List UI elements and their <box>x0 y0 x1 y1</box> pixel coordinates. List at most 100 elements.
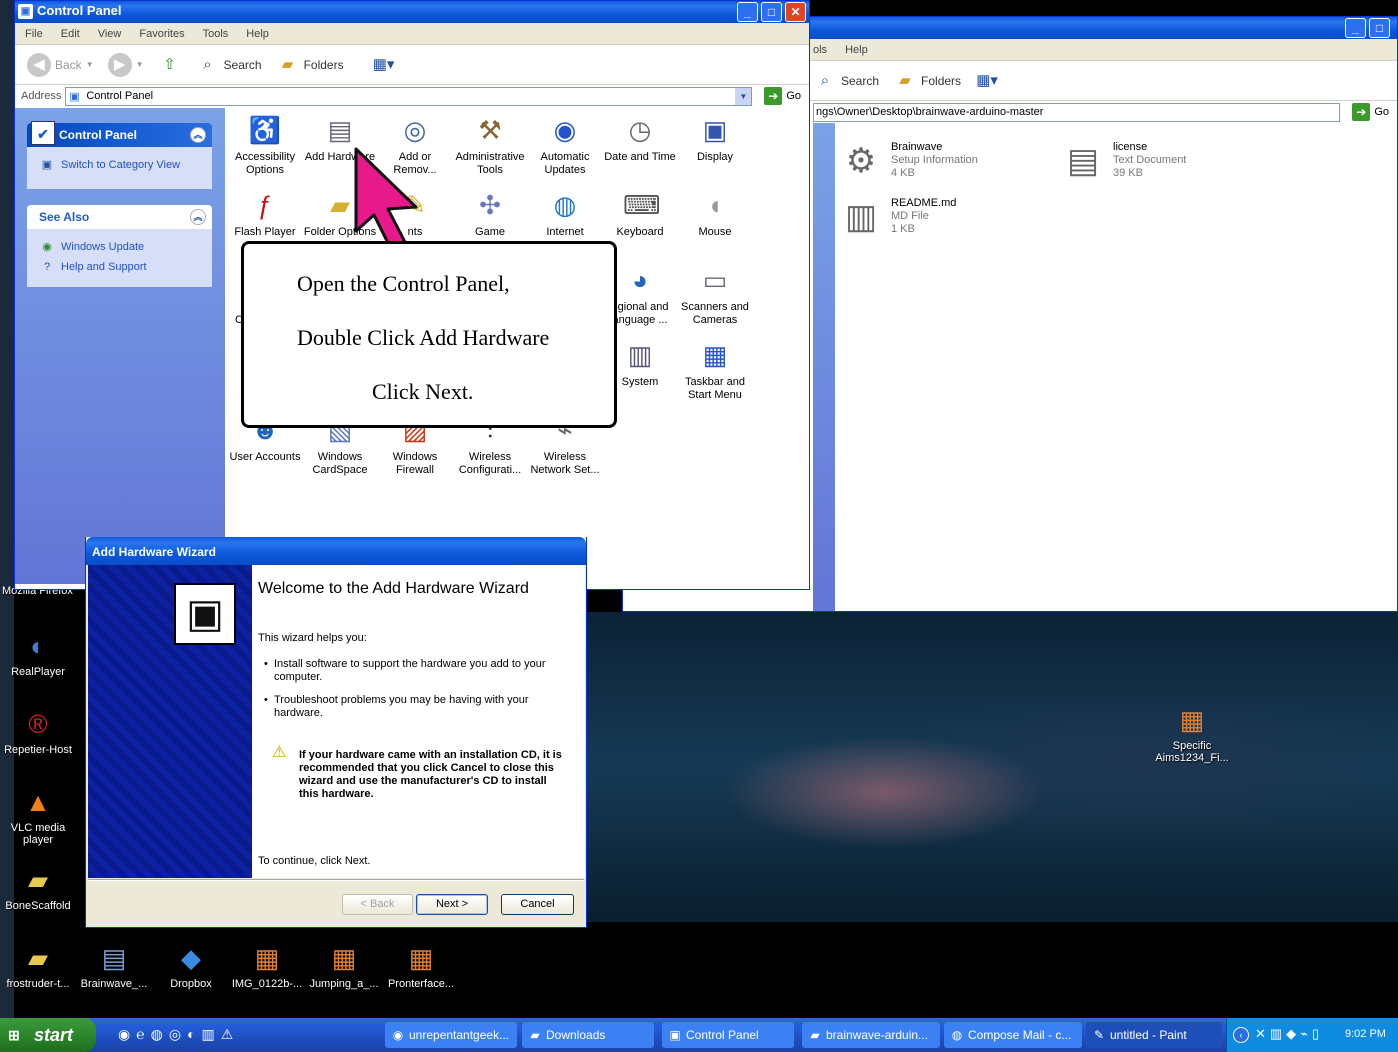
desktop-icon[interactable]: ® Repetier-Host <box>0 708 76 756</box>
menu-edit[interactable]: Edit <box>61 28 80 40</box>
realplayer-icon: ◐ <box>30 631 46 661</box>
collapse-chevron-icon[interactable]: ︽ <box>190 209 206 225</box>
views-button[interactable]: ▦▾ <box>368 51 400 79</box>
tray-expand-icon[interactable]: ‹ <box>1233 1027 1249 1043</box>
control-panel-item-label: Accessibility Options <box>235 151 295 176</box>
control-panel-item-label: Scanners and Cameras <box>681 301 749 326</box>
control-panel-item[interactable]: ◷ Date and Time <box>602 113 678 164</box>
desktop-icon[interactable]: ▤ Brainwave_... <box>76 942 152 990</box>
explorer-taskpane-edge <box>813 123 835 611</box>
file-item[interactable]: ⚙ Brainwave Setup Information 4 KB <box>841 137 1051 187</box>
control-panel-item-label: Keyboard <box>616 226 664 238</box>
wizard-divider <box>88 879 584 881</box>
taskbar-button[interactable]: ▰ Downloads <box>522 1022 654 1048</box>
switch-category-view-link[interactable]: ▣ Switch to Category View <box>27 155 212 175</box>
search-icon: ⌕ <box>820 71 830 89</box>
tool-icon[interactable]: ▥ <box>202 1026 221 1042</box>
webcam-icon[interactable]: ◐ <box>187 1026 201 1042</box>
wizard-titlebar[interactable]: Add Hardware Wizard <box>86 537 586 565</box>
warning-icon: ⚠ <box>272 744 287 761</box>
minimize-button[interactable]: _ <box>737 2 758 22</box>
control-panel-go-button[interactable]: ➔ Go <box>756 87 809 105</box>
firefox-icon: ◍ <box>951 1028 963 1042</box>
back-button[interactable]: ◀ Back ▼ <box>23 51 98 79</box>
desktop-icon[interactable]: ◐ RealPlayer <box>0 630 76 678</box>
bullet-icon: • <box>264 694 268 706</box>
desktop-icon[interactable]: ▦ IMG_0122b-... <box>229 942 305 990</box>
file-item[interactable]: ▤ license Text Document 39 KB <box>1063 137 1273 187</box>
address-dropdown-button[interactable]: ▼ <box>735 87 752 105</box>
menu-file[interactable]: File <box>25 28 43 40</box>
menu-help[interactable]: Help <box>246 28 269 40</box>
control-panel-item[interactable]: ▣ Display <box>677 113 753 164</box>
collapse-chevron-icon[interactable]: ︽ <box>190 127 206 143</box>
firefox-icon[interactable]: ◍ <box>151 1026 169 1042</box>
control-panel-item[interactable]: ⚒ Administrative Tools <box>452 113 528 177</box>
file-name: license <box>1113 141 1148 153</box>
folders-button[interactable]: ▰ Folders <box>889 67 965 95</box>
desktop-icon[interactable]: ▰ BoneScaffold <box>0 864 76 912</box>
control-panel-item[interactable]: ƒ Flash Player <box>227 188 303 239</box>
desktop-icon[interactable]: ▦ Jumping_a_... <box>306 942 382 990</box>
desktop-icon[interactable]: ▦ Specific Aims1234_Fi... <box>1154 704 1230 764</box>
menu-tools[interactable]: Tools <box>203 28 229 40</box>
close-button[interactable]: ✕ <box>785 2 806 22</box>
explorer-go-button[interactable]: ➔ Go <box>1344 103 1397 121</box>
desktop-icon[interactable]: ◆ Dropbox <box>153 942 229 990</box>
windows-update-link[interactable]: ◉ Windows Update <box>27 237 212 257</box>
control-panel-address-input[interactable]: ▣ Control Panel ▼ <box>65 86 753 106</box>
control-panel-item[interactable]: ◖ Mouse <box>677 188 753 239</box>
see-also-header[interactable]: See Also ︽ <box>27 205 212 229</box>
search-button[interactable]: ⌕ Search <box>192 51 266 79</box>
control-panel-item[interactable]: ◍ Internet <box>527 188 603 239</box>
cancel-button[interactable]: Cancel <box>501 894 574 915</box>
control-panel-item[interactable]: ⌨ Keyboard <box>602 188 678 239</box>
forward-button[interactable]: ▶ ▼ <box>104 51 148 79</box>
file-item[interactable]: ▥ README.md MD File 1 KB <box>841 193 1051 243</box>
control-panel-item[interactable]: ◉ Automatic Updates <box>527 113 603 177</box>
explorer-address-input[interactable]: ngs\Owner\Desktop\brainwave-arduino-mast… <box>813 102 1341 122</box>
back-button[interactable]: < Back <box>342 894 413 915</box>
help-support-link[interactable]: ? Help and Support <box>27 257 212 277</box>
wizard-intro: This wizard helps you: <box>258 632 367 644</box>
taskbar-button[interactable]: ✎ untitled - Paint <box>1086 1022 1222 1048</box>
file-type: MD File <box>891 210 929 222</box>
media-icon[interactable]: ◎ <box>169 1026 187 1042</box>
start-button[interactable]: ⊞ start <box>0 1018 96 1052</box>
control-panel-item[interactable]: ▦ Taskbar and Start Menu <box>677 338 753 402</box>
control-panel-item-icon: ▦ <box>702 340 728 370</box>
desktop-icon[interactable]: ▲ VLC media player <box>0 786 76 846</box>
menu-tools[interactable]: ols <box>813 44 827 56</box>
views-button[interactable]: ▦▾ <box>971 67 1003 95</box>
views-icon: ▦▾ <box>976 71 998 89</box>
maximize-button[interactable]: □ <box>1369 18 1390 38</box>
help-icon: ? <box>43 261 51 273</box>
control-panel-item[interactable]: ✣ Game <box>452 188 528 239</box>
desktop-icon[interactable]: ▦ Pronterface... <box>383 942 459 990</box>
taskbar-button[interactable]: ▣ Control Panel <box>662 1022 794 1048</box>
tray-icons[interactable]: ✕▥◆⌁▯ <box>1255 1026 1323 1042</box>
minimize-button[interactable]: _ <box>1345 18 1366 38</box>
taskbar-button-label: Control Panel <box>686 1028 759 1042</box>
taskbox-header[interactable]: ✔ Control Panel ︽ <box>27 121 212 147</box>
search-button[interactable]: ⌕ Search <box>809 67 883 95</box>
next-button[interactable]: Next > <box>416 894 488 915</box>
taskbar-button[interactable]: ◉ unrepentantgeek... <box>385 1022 517 1048</box>
chrome-icon[interactable]: ◉ <box>118 1026 136 1042</box>
taskbar-button[interactable]: ▰ brainwave-arduin... <box>802 1022 940 1048</box>
ie-icon[interactable]: ℮ <box>136 1026 150 1042</box>
control-panel-item[interactable]: ▭ Scanners and Cameras <box>677 263 753 327</box>
menu-help[interactable]: Help <box>845 44 868 56</box>
control-panel-item-icon: ▤ <box>327 115 353 145</box>
taskbar-button[interactable]: ◍ Compose Mail - c... <box>944 1022 1082 1048</box>
maximize-button[interactable]: □ <box>761 2 782 22</box>
control-panel-titlebar[interactable]: ▣ Control Panel _ □ ✕ <box>15 1 809 23</box>
warning-app-icon[interactable]: ⚠ <box>221 1026 240 1042</box>
up-folder-button[interactable]: ⇧ <box>154 51 186 79</box>
folders-button[interactable]: ▰ Folders <box>272 51 348 79</box>
desktop-icon[interactable]: ▰ frostruder-t... <box>0 942 76 990</box>
menu-favorites[interactable]: Favorites <box>139 28 184 40</box>
clock: 9:02 PM <box>1345 1028 1386 1040</box>
control-panel-item[interactable]: ♿ Accessibility Options <box>227 113 303 177</box>
menu-view[interactable]: View <box>98 28 122 40</box>
